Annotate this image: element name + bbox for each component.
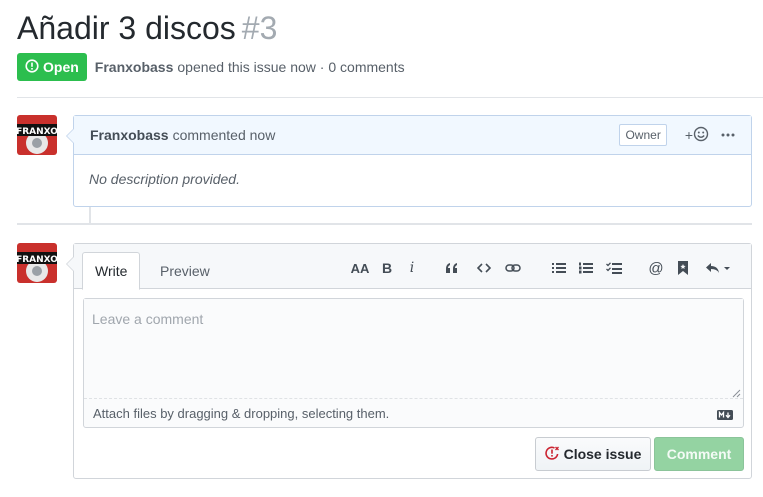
avatar-logo-text: FRANXO	[17, 127, 57, 137]
mention-label: @	[648, 259, 664, 277]
ordered-list-icon[interactable]	[578, 258, 594, 278]
comment-tabnav: Write Preview AA B i @	[74, 244, 751, 290]
heading-label: AA	[350, 260, 370, 276]
issue-opened-text: opened this issue now · 0 comments	[177, 59, 405, 75]
reply-icon[interactable]	[704, 258, 732, 278]
comment-textarea[interactable]	[84, 299, 743, 399]
quote-icon[interactable]	[444, 258, 460, 278]
markdown-icon[interactable]	[717, 408, 733, 423]
issue-title-text: Añadir 3 discos	[17, 10, 236, 46]
avatar-logo-text: FRANXO	[17, 255, 57, 265]
tab-write[interactable]: Write	[82, 252, 141, 290]
kebab-icon[interactable]	[721, 133, 735, 137]
comment-time[interactable]: commented now	[173, 127, 276, 143]
comment-button[interactable]: Comment	[654, 437, 744, 471]
tasklist-icon[interactable]	[605, 258, 623, 278]
link-icon[interactable]	[504, 258, 522, 278]
file-attachment[interactable]: Attach files by dragging & dropping, sel…	[84, 399, 743, 427]
timeline-line	[89, 207, 91, 224]
mention-icon[interactable]: @	[648, 258, 664, 278]
avatar[interactable]: FRANXO	[17, 115, 57, 155]
close-issue-label: Close issue	[563, 446, 642, 462]
add-reaction-button[interactable]: +	[685, 126, 709, 145]
reaction-plus: +	[684, 127, 693, 143]
tab-preview[interactable]: Preview	[148, 252, 222, 290]
italic-label: i	[409, 260, 415, 276]
unordered-list-icon[interactable]	[551, 258, 567, 278]
comment-editor: Attach files by dragging & dropping, sel…	[83, 298, 744, 428]
issue-meta: Open Franxobass opened this issue now · …	[17, 53, 405, 81]
issue-opened-icon	[25, 58, 39, 76]
bold-label: B	[381, 260, 393, 276]
bookmark-icon[interactable]	[676, 258, 690, 278]
smiley-icon	[693, 126, 709, 145]
close-issue-button[interactable]: Close issue	[535, 437, 651, 471]
new-comment-form: Write Preview AA B i @ Leave a comment A…	[66, 243, 752, 479]
avatar[interactable]: FRANXO	[17, 243, 57, 283]
italic-icon[interactable]: i	[406, 258, 418, 278]
issue-title: Añadir 3 discos #3	[17, 8, 277, 48]
owner-badge: Owner	[619, 124, 667, 146]
status-badge: Open	[17, 53, 87, 81]
comment-body: No description provided.	[89, 171, 240, 187]
issue-author-link[interactable]: Franxobass	[95, 59, 174, 75]
issue-closed-icon	[544, 446, 559, 463]
comment-header: Franxobass commented now Owner +	[74, 116, 751, 155]
code-icon[interactable]	[476, 258, 492, 278]
header-divider	[17, 97, 763, 98]
issue-comment: Franxobass commented now Owner + No desc…	[66, 115, 752, 207]
comment-author-link[interactable]: Franxobass	[90, 127, 169, 143]
resize-grip-icon[interactable]	[731, 385, 741, 398]
issue-number: #3	[241, 10, 278, 46]
bold-icon[interactable]: B	[380, 258, 394, 278]
attach-text: Attach files by dragging & dropping, sel…	[93, 405, 390, 421]
status-badge-label: Open	[43, 59, 79, 75]
timeline-divider	[17, 223, 752, 225]
heading-icon[interactable]: AA	[350, 258, 370, 278]
